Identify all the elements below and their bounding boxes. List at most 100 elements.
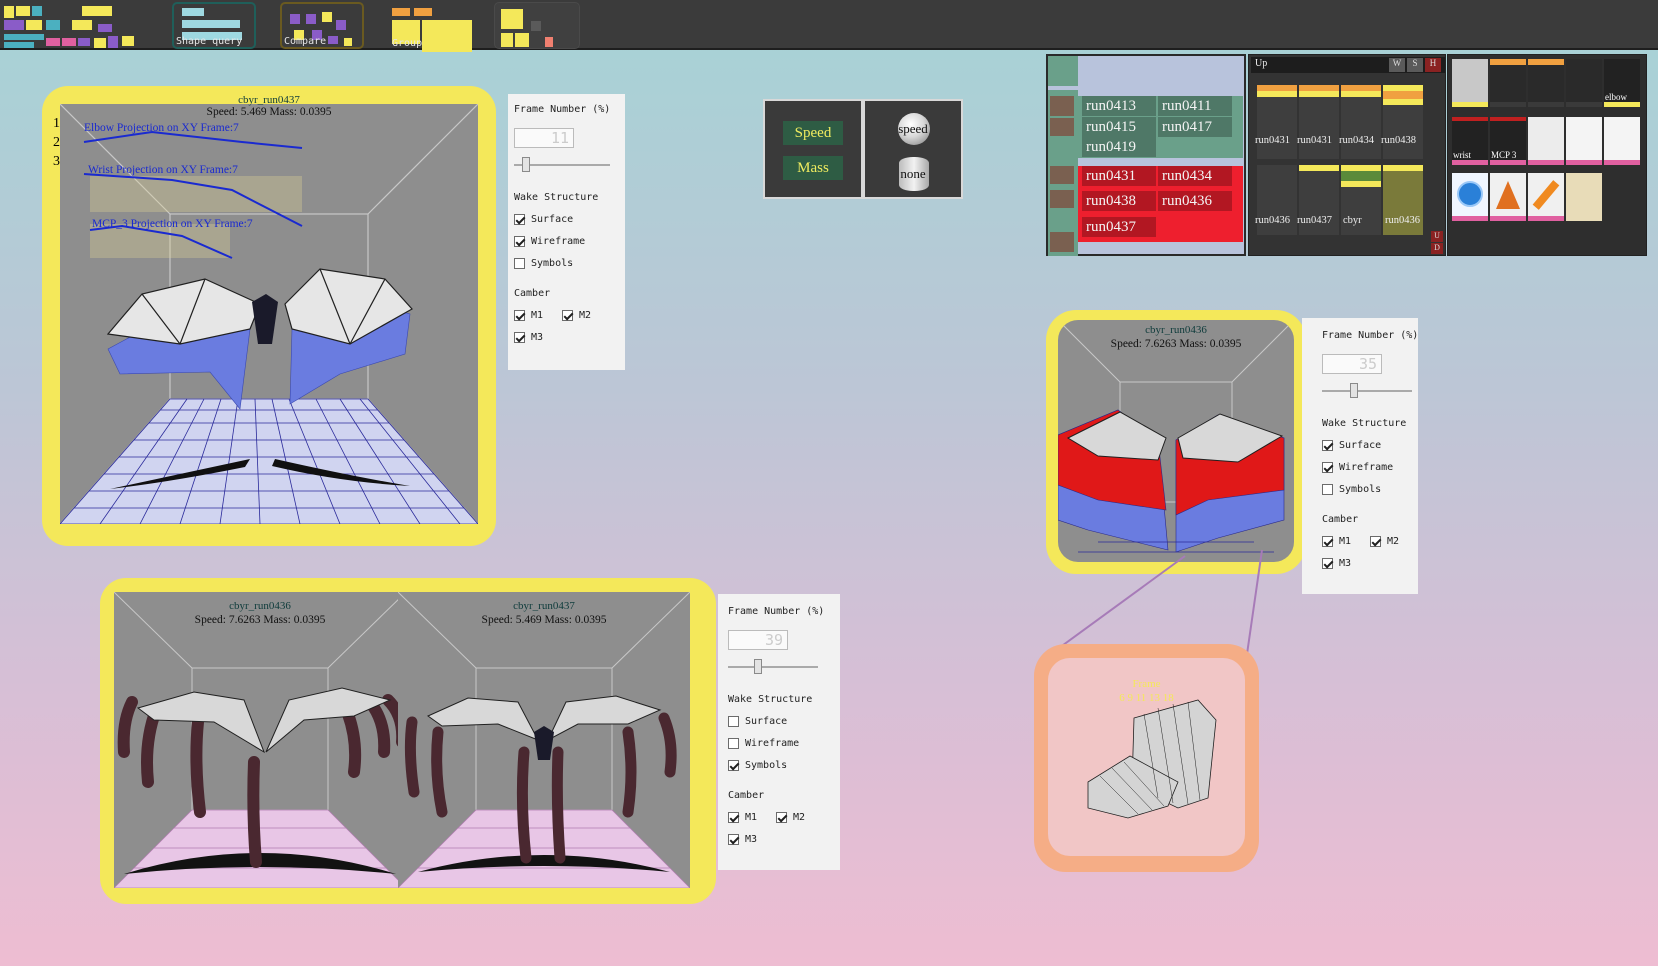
checkbox-box[interactable] — [1322, 558, 1333, 569]
m3-checkbox[interactable]: M3 — [514, 332, 543, 343]
mass-button[interactable]: Mass — [783, 156, 843, 180]
u-button[interactable]: U — [1431, 231, 1443, 242]
w-button[interactable]: W — [1389, 58, 1405, 72]
compare-button[interactable]: Compare — [280, 2, 364, 49]
surface-checkbox[interactable]: Surface — [728, 716, 787, 727]
run-group-unselected[interactable]: run0413 run0411 run0415 run0417 run0419 — [1078, 96, 1243, 158]
wrist-icon[interactable]: wrist — [1452, 117, 1488, 165]
right-viewer-frame[interactable]: cbyr_run0436 Speed: 7.6263 Mass: 0.0395 — [1046, 310, 1306, 574]
run-item[interactable]: run0417 — [1158, 116, 1232, 137]
compare-scene-left[interactable] — [114, 592, 406, 888]
frame-number-input[interactable]: 35 — [1322, 354, 1382, 374]
frame-slider-thumb[interactable] — [521, 157, 530, 172]
dark-shape-icon[interactable] — [1528, 59, 1564, 107]
dark-shape-icon[interactable] — [1566, 59, 1602, 107]
run-item[interactable]: run0415 — [1082, 116, 1156, 137]
line-chart-icon[interactable] — [1566, 117, 1602, 165]
wireframe-checkbox[interactable]: Wireframe — [728, 738, 799, 749]
wireframe-checkbox[interactable]: Wireframe — [514, 236, 585, 247]
shape-query-button[interactable]: Shape query — [172, 2, 256, 49]
m1-checkbox[interactable]: M1 — [728, 812, 757, 823]
group-handle-2[interactable] — [1050, 118, 1074, 136]
d-button[interactable]: D — [1431, 243, 1443, 254]
speed-button[interactable]: Speed — [783, 121, 843, 145]
layout-button[interactable] — [494, 2, 580, 49]
compare-viewer-frame[interactable]: cbyr_run0436 Speed: 7.6263 Mass: 0.0395 … — [100, 578, 716, 904]
m2-checkbox[interactable]: M2 — [776, 812, 805, 823]
run-item[interactable]: run0413 — [1082, 96, 1156, 116]
notes-icon[interactable] — [1566, 173, 1602, 221]
m1-checkbox[interactable]: M1 — [1322, 536, 1351, 547]
checkbox-box[interactable] — [514, 214, 525, 225]
checkbox-box[interactable] — [728, 738, 739, 749]
right-3d-scene[interactable] — [1058, 320, 1294, 562]
frame-slider-track[interactable] — [1322, 390, 1412, 392]
m3-checkbox[interactable]: M3 — [1322, 558, 1351, 569]
checkbox-box[interactable] — [1322, 462, 1333, 473]
checkbox-box[interactable] — [728, 812, 739, 823]
checkbox-box[interactable] — [1322, 440, 1333, 451]
scatter-chart-icon[interactable] — [1604, 117, 1640, 165]
group-handle-1[interactable] — [1050, 96, 1074, 116]
checkbox-box[interactable] — [776, 812, 787, 823]
frame-slider-thumb[interactable] — [1349, 383, 1358, 398]
frame-slider-track[interactable] — [728, 666, 818, 668]
run-item[interactable]: run0437 — [1082, 216, 1156, 237]
bar-chart-icon[interactable] — [1528, 117, 1564, 165]
frame-tile[interactable]: Frame 6 9 11 13 18 — [1034, 644, 1259, 872]
run-item[interactable]: run0431 — [1082, 166, 1156, 186]
mcp3-icon[interactable]: MCP 3 — [1490, 117, 1526, 165]
run-group-selected[interactable]: run0431 run0434 run0438 run0436 run0437 — [1078, 166, 1243, 242]
compare-scene-right[interactable] — [398, 592, 690, 888]
m1-checkbox[interactable]: M1 — [514, 310, 543, 321]
group-handle-5[interactable] — [1050, 232, 1074, 252]
up-cell[interactable] — [1341, 85, 1381, 159]
up-cell[interactable] — [1257, 85, 1297, 159]
run-item[interactable]: run0419 — [1082, 137, 1156, 158]
symbols-checkbox[interactable]: Symbols — [1322, 484, 1381, 495]
projection-overlay[interactable]: Elbow Projection on XY Frame:7 Wrist Pro… — [82, 118, 304, 260]
dark-shape-icon[interactable] — [1490, 59, 1526, 107]
m2-checkbox[interactable]: M2 — [562, 310, 591, 321]
surface-checkbox[interactable]: Surface — [514, 214, 573, 225]
group-button[interactable]: Group — [390, 2, 474, 52]
checkbox-box[interactable] — [514, 258, 525, 269]
frame-number-input[interactable]: 39 — [728, 630, 788, 650]
frame-number-input[interactable]: 11 — [514, 128, 574, 148]
symbols-checkbox[interactable]: Symbols — [514, 258, 573, 269]
run-item[interactable]: run0434 — [1158, 166, 1232, 186]
wing-shape-icon[interactable] — [1452, 59, 1488, 107]
m3-checkbox[interactable]: M3 — [728, 834, 757, 845]
matlab-icon[interactable] — [1490, 173, 1526, 221]
checkbox-box[interactable] — [1322, 536, 1333, 547]
checkbox-box[interactable] — [514, 236, 525, 247]
s-button[interactable]: S — [1407, 58, 1423, 72]
checkbox-box[interactable] — [728, 760, 739, 771]
checkbox-box[interactable] — [562, 310, 573, 321]
frame-tile-inner[interactable]: Frame 6 9 11 13 18 — [1048, 658, 1245, 856]
up-cell[interactable] — [1383, 85, 1423, 159]
overview-button[interactable] — [2, 2, 138, 49]
globe-icon[interactable] — [1452, 173, 1488, 221]
pencil-icon[interactable] — [1528, 173, 1564, 221]
h-button[interactable]: H — [1425, 58, 1441, 72]
checkbox-box[interactable] — [1322, 484, 1333, 495]
frame-number-label: Frame Number (%) — [514, 104, 611, 115]
frame-slider-thumb[interactable] — [753, 659, 762, 674]
up-cell[interactable] — [1299, 85, 1339, 159]
checkbox-box[interactable] — [728, 834, 739, 845]
elbow-icon[interactable]: elbow — [1604, 59, 1640, 107]
group-handle-4[interactable] — [1050, 190, 1074, 208]
run-item[interactable]: run0411 — [1158, 96, 1232, 116]
group-handle-3[interactable] — [1050, 166, 1074, 184]
run-item[interactable]: run0438 — [1082, 191, 1156, 212]
checkbox-box[interactable] — [728, 716, 739, 727]
m2-checkbox[interactable]: M2 — [1370, 536, 1399, 547]
checkbox-box[interactable] — [514, 332, 525, 343]
checkbox-box[interactable] — [514, 310, 525, 321]
wireframe-checkbox[interactable]: Wireframe — [1322, 462, 1393, 473]
run-item[interactable]: run0436 — [1158, 191, 1232, 212]
symbols-checkbox[interactable]: Symbols — [728, 760, 787, 771]
checkbox-box[interactable] — [1370, 536, 1381, 547]
surface-checkbox[interactable]: Surface — [1322, 440, 1381, 451]
